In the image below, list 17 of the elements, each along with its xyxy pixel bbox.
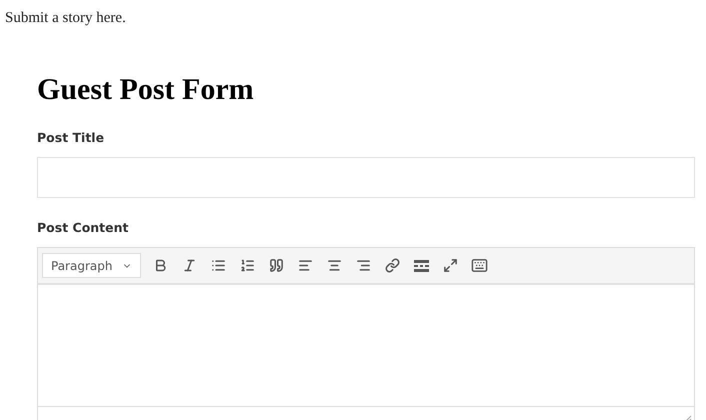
align-center-icon (326, 258, 342, 273)
align-right-icon (356, 258, 370, 273)
italic-icon (182, 258, 196, 273)
keyboard-icon (470, 257, 488, 274)
expand-icon (442, 258, 458, 273)
field-label: Post Title (37, 130, 106, 146)
numbered-list-icon (240, 258, 254, 273)
field-label: Post Content (37, 220, 130, 236)
align-left-icon (298, 258, 312, 273)
title-input[interactable] (37, 157, 695, 198)
intro-text: Submit a story here. (4, 9, 127, 28)
read-more-icon (414, 260, 428, 272)
bullet-list-icon (210, 258, 226, 273)
format-select[interactable]: Paragraph (42, 253, 141, 278)
form-heading: Guest Post Form (37, 72, 255, 108)
quote-icon (268, 258, 284, 273)
link-icon (384, 258, 400, 273)
